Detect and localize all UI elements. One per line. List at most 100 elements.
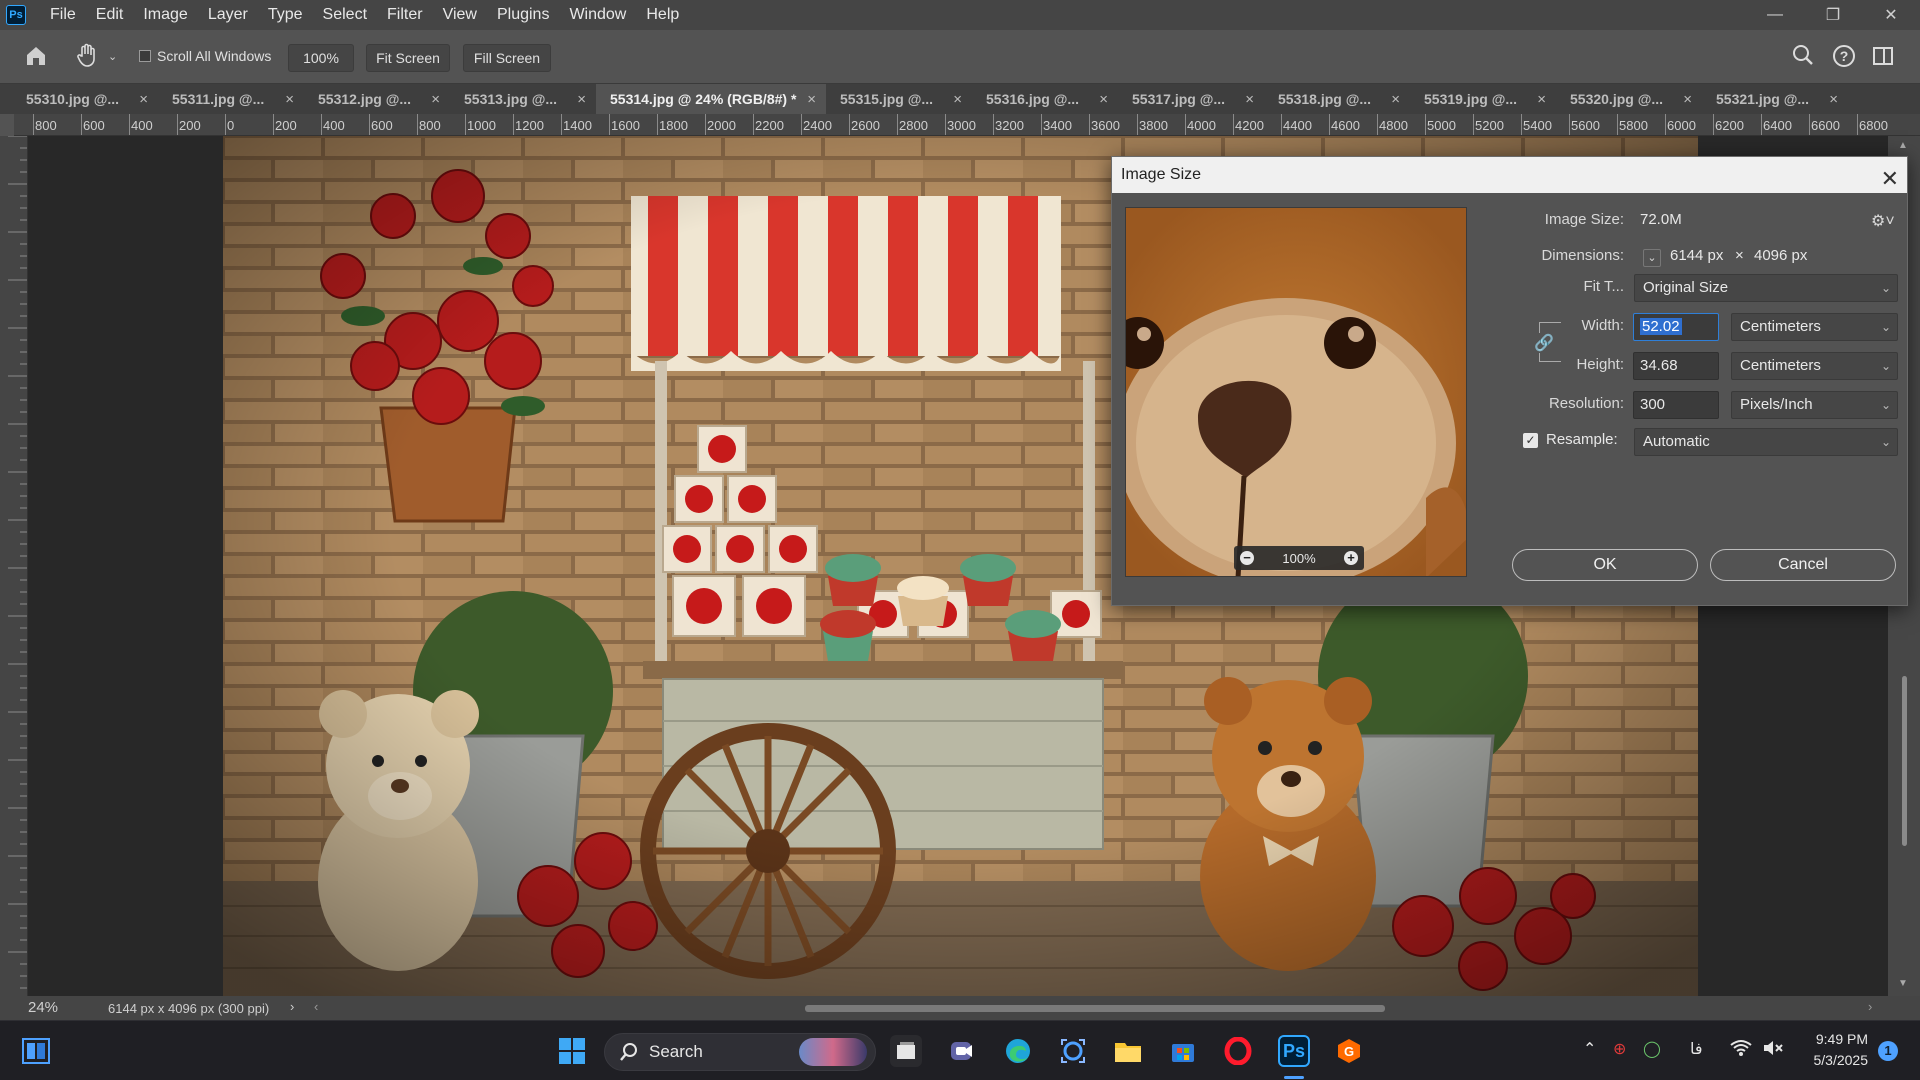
resample-select[interactable]: Automatic ⌄ bbox=[1634, 428, 1898, 456]
close-tab-icon[interactable]: × bbox=[1683, 91, 1692, 108]
zoom-out-icon[interactable]: − bbox=[1240, 551, 1254, 565]
scroll-up-icon[interactable]: ▲ bbox=[1898, 140, 1908, 151]
document-tab[interactable]: 55315.jpg @... × bbox=[826, 84, 972, 114]
widgets-icon[interactable] bbox=[20, 1035, 52, 1067]
settings-gear-icon[interactable]: ⚙˅ bbox=[1871, 211, 1895, 231]
menu-plugins[interactable]: Plugins bbox=[487, 0, 559, 30]
lens-icon[interactable] bbox=[1057, 1035, 1089, 1067]
horizontal-scroll-thumb[interactable] bbox=[805, 1005, 1385, 1012]
menu-type[interactable]: Type bbox=[258, 0, 313, 30]
tool-preset-chevron-icon[interactable]: ⌄ bbox=[108, 50, 117, 63]
menu-filter[interactable]: Filter bbox=[377, 0, 433, 30]
menu-select[interactable]: Select bbox=[313, 0, 377, 30]
document-tab[interactable]: 55312.jpg @... × bbox=[304, 84, 450, 114]
constrain-proportions-link-icon[interactable]: 🔗 bbox=[1534, 333, 1554, 353]
menu-layer[interactable]: Layer bbox=[198, 0, 258, 30]
close-tab-icon[interactable]: × bbox=[1829, 91, 1838, 108]
teams-icon[interactable] bbox=[946, 1035, 978, 1067]
zoom-level[interactable]: 24% bbox=[28, 999, 58, 1016]
hand-tool-icon[interactable] bbox=[76, 42, 100, 74]
scroll-down-icon[interactable]: ▼ bbox=[1898, 978, 1908, 989]
document-tab[interactable]: 55310.jpg @... × bbox=[12, 84, 158, 114]
document-tab[interactable]: 55316.jpg @... × bbox=[972, 84, 1118, 114]
edge-icon[interactable] bbox=[1002, 1035, 1034, 1067]
close-tab-icon[interactable]: × bbox=[953, 91, 962, 108]
close-window-icon[interactable]: ✕ bbox=[1862, 0, 1920, 30]
ruler-tick-label: 4000 bbox=[1187, 118, 1216, 133]
wifi-icon[interactable] bbox=[1730, 1039, 1752, 1062]
clock-date[interactable]: 5/3/2025 bbox=[1804, 1052, 1869, 1068]
height-input[interactable]: 34.68 bbox=[1633, 352, 1719, 380]
document-tab[interactable]: 55320.jpg @... × bbox=[1556, 84, 1702, 114]
close-icon[interactable]: ✕ bbox=[1881, 161, 1899, 197]
photoshop-taskbar-icon[interactable]: Ps bbox=[1278, 1035, 1310, 1067]
search-icon[interactable] bbox=[1792, 44, 1814, 72]
ruler-tick bbox=[1521, 114, 1522, 135]
document-tab[interactable]: 55318.jpg @... × bbox=[1264, 84, 1410, 114]
home-icon[interactable] bbox=[24, 44, 48, 74]
image-preview[interactable]: − 100% + bbox=[1125, 207, 1467, 577]
minimize-icon[interactable]: — bbox=[1746, 0, 1804, 30]
close-tab-icon[interactable]: × bbox=[807, 91, 816, 108]
dimensions-label: Dimensions: bbox=[1541, 247, 1624, 264]
restore-icon[interactable]: ❐ bbox=[1804, 0, 1862, 30]
close-tab-icon[interactable]: × bbox=[1099, 91, 1108, 108]
resolution-input[interactable]: 300 bbox=[1633, 391, 1719, 419]
workspace-icon[interactable] bbox=[1872, 45, 1894, 73]
menu-view[interactable]: View bbox=[433, 0, 487, 30]
notification-badge[interactable]: 1 bbox=[1878, 1041, 1898, 1061]
vpn-icon[interactable]: ⊕ bbox=[1613, 1039, 1626, 1059]
close-tab-icon[interactable]: × bbox=[1391, 91, 1400, 108]
file-explorer-icon[interactable] bbox=[1112, 1035, 1144, 1067]
taskbar-search[interactable]: Search bbox=[604, 1033, 876, 1071]
close-tab-icon[interactable]: × bbox=[431, 91, 440, 108]
start-icon[interactable] bbox=[556, 1035, 588, 1067]
scroll-all-windows-checkbox[interactable] bbox=[139, 50, 151, 62]
document-tab[interactable]: 55317.jpg @... × bbox=[1118, 84, 1264, 114]
menu-file[interactable]: File bbox=[40, 0, 86, 30]
app-g-icon[interactable]: G bbox=[1333, 1035, 1365, 1067]
vertical-scroll-thumb[interactable] bbox=[1902, 676, 1907, 846]
zoom-in-icon[interactable]: + bbox=[1344, 551, 1358, 565]
ruler-tick bbox=[1617, 114, 1618, 135]
width-input[interactable]: 52.02 bbox=[1633, 313, 1719, 341]
zoom-100-button[interactable]: 100% bbox=[288, 44, 354, 72]
volume-muted-icon[interactable] bbox=[1762, 1039, 1784, 1062]
document-tab[interactable]: 55311.jpg @... × bbox=[158, 84, 304, 114]
document-tab[interactable]: 55314.jpg @ 24% (RGB/8#) * × bbox=[596, 84, 826, 114]
close-tab-icon[interactable]: × bbox=[139, 91, 148, 108]
document-tab[interactable]: 55313.jpg @... × bbox=[450, 84, 596, 114]
resolution-unit-select[interactable]: Pixels/Inch ⌄ bbox=[1731, 391, 1898, 419]
menu-window[interactable]: Window bbox=[559, 0, 636, 30]
clock-time[interactable]: 9:49 PM bbox=[1808, 1031, 1868, 1047]
menu-image[interactable]: Image bbox=[133, 0, 197, 30]
document-tab[interactable]: 55321.jpg @... × bbox=[1702, 84, 1848, 114]
close-tab-icon[interactable]: × bbox=[1245, 91, 1254, 108]
language-indicator[interactable]: فا bbox=[1690, 1039, 1703, 1059]
dimensions-dropdown-icon[interactable]: ⌄ bbox=[1643, 249, 1661, 267]
document-tab[interactable]: 55319.jpg @... × bbox=[1410, 84, 1556, 114]
fit-to-select[interactable]: Original Size ⌄ bbox=[1634, 274, 1898, 302]
ok-button[interactable]: OK bbox=[1512, 549, 1698, 581]
close-tab-icon[interactable]: × bbox=[577, 91, 586, 108]
fill-screen-button[interactable]: Fill Screen bbox=[463, 44, 551, 72]
cancel-button[interactable]: Cancel bbox=[1710, 549, 1896, 581]
photoshop-logo[interactable]: Ps bbox=[6, 5, 26, 25]
network-globe-icon[interactable]: ◯ bbox=[1643, 1039, 1661, 1059]
task-view-icon[interactable] bbox=[890, 1035, 922, 1067]
help-icon[interactable]: ? bbox=[1832, 44, 1856, 74]
microsoft-store-icon[interactable] bbox=[1167, 1035, 1199, 1067]
scroll-left-icon[interactable]: ‹ bbox=[314, 999, 318, 1014]
width-unit-select[interactable]: Centimeters ⌄ bbox=[1731, 313, 1898, 341]
height-unit-select[interactable]: Centimeters ⌄ bbox=[1731, 352, 1898, 380]
resample-checkbox[interactable]: ✓ bbox=[1523, 433, 1538, 448]
close-tab-icon[interactable]: × bbox=[285, 91, 294, 108]
fit-screen-button[interactable]: Fit Screen bbox=[366, 44, 450, 72]
scroll-right-icon[interactable]: › bbox=[1868, 999, 1872, 1014]
menu-edit[interactable]: Edit bbox=[86, 0, 134, 30]
opera-icon[interactable] bbox=[1222, 1035, 1254, 1067]
chevron-up-icon[interactable]: ⌃ bbox=[1583, 1039, 1596, 1059]
close-tab-icon[interactable]: × bbox=[1537, 91, 1546, 108]
menu-help[interactable]: Help bbox=[636, 0, 689, 30]
status-chevron-icon[interactable]: › bbox=[290, 999, 294, 1014]
